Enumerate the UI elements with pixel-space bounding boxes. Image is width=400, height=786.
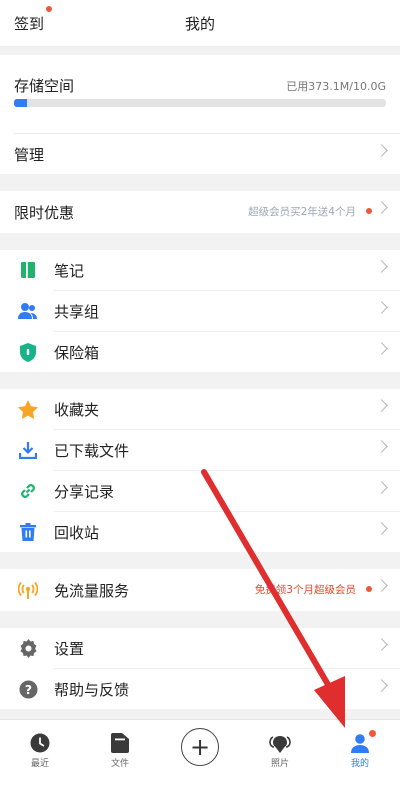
notes-label: 笔记 (54, 261, 85, 280)
chevron-right-icon (375, 638, 388, 651)
tab-files[interactable]: 文件 (80, 720, 160, 786)
shield-icon (18, 342, 38, 362)
trash-icon (18, 522, 38, 542)
plus-icon[interactable]: + (181, 728, 219, 766)
tab-recent-label: 最近 (30, 759, 49, 769)
share-history-row[interactable]: 分享记录 (0, 471, 400, 511)
settings-row[interactable]: 设置 (0, 628, 400, 668)
favorites-label: 收藏夹 (54, 400, 100, 419)
storage-progress-fill (14, 99, 28, 107)
share-history-label: 分享记录 (54, 482, 115, 501)
limited-offer-note: 超级会员买2年送4个月 (248, 206, 356, 218)
share-group-label: 共享组 (54, 302, 100, 321)
notes-row[interactable]: 笔记 (0, 250, 400, 290)
section-gap (0, 372, 400, 389)
help-feedback-label: 帮助与反馈 (54, 680, 130, 699)
downloads-label: 已下载文件 (54, 441, 130, 460)
chevron-right-icon (375, 579, 388, 592)
settings-label: 设置 (54, 639, 85, 658)
header: 签到 我的 (0, 0, 400, 47)
help-icon: ? (18, 679, 38, 699)
chevron-right-icon (375, 301, 388, 314)
storage-panel[interactable]: 存储空间 已用373.1M/10.0G (0, 55, 400, 133)
user-icon (349, 732, 371, 754)
star-icon (18, 399, 38, 419)
chevron-right-icon (375, 440, 388, 453)
photo-icon (269, 732, 291, 754)
section-gap (0, 611, 400, 628)
storage-progress-bar (14, 99, 386, 107)
group-icon (18, 301, 38, 321)
gear-icon (18, 638, 38, 658)
chevron-right-icon (375, 342, 388, 355)
chevron-right-icon (375, 260, 388, 273)
free-traffic-label: 免流量服务 (54, 581, 130, 600)
section-gap (0, 552, 400, 569)
free-traffic-note: 免费领3个月超级会员 (254, 584, 356, 596)
tab-mine-label: 我的 (350, 759, 369, 769)
safe-box-row[interactable]: 保险箱 (0, 332, 400, 372)
svg-text:?: ? (24, 682, 31, 696)
downloads-row[interactable]: 已下载文件 (0, 430, 400, 470)
download-icon (18, 440, 38, 460)
storage-title: 存储空间 (14, 77, 75, 95)
clock-icon (29, 732, 51, 754)
chevron-right-icon (375, 522, 388, 535)
signal-icon (18, 580, 38, 600)
tab-files-label: 文件 (110, 759, 129, 769)
recycle-bin-label: 回收站 (54, 523, 100, 542)
tab-add[interactable]: + (160, 720, 240, 786)
mine-badge-dot (369, 730, 376, 737)
chevron-right-icon (375, 679, 388, 692)
folder-icon (109, 732, 131, 754)
manage-row[interactable]: 管理 (0, 134, 400, 174)
note-icon (18, 260, 38, 280)
tab-recent[interactable]: 最近 (0, 720, 80, 786)
chevron-right-icon (375, 481, 388, 494)
recycle-bin-row[interactable]: 回收站 (0, 512, 400, 552)
help-feedback-row[interactable]: ? 帮助与反馈 (0, 669, 400, 709)
tab-photos-label: 照片 (270, 759, 289, 769)
share-group-row[interactable]: 共享组 (0, 291, 400, 331)
link-icon (18, 481, 38, 501)
safe-box-label: 保险箱 (54, 343, 100, 362)
section-gap (0, 47, 400, 55)
storage-used-text: 已用373.1M/10.0G (286, 80, 386, 93)
traffic-badge-dot (366, 586, 372, 592)
favorites-row[interactable]: 收藏夹 (0, 389, 400, 429)
checkin-badge-dot (46, 6, 52, 12)
bottom-tab-bar: 最近 文件 + 照片 我的 (0, 719, 400, 786)
page-title: 我的 (184, 15, 215, 33)
tab-mine[interactable]: 我的 (320, 720, 400, 786)
section-gap (0, 233, 400, 250)
chevron-right-icon (375, 399, 388, 412)
tab-photos[interactable]: 照片 (240, 720, 320, 786)
chevron-right-icon (375, 144, 388, 157)
limited-offer-row[interactable]: 限时优惠 超级会员买2年送4个月 (0, 191, 400, 233)
section-gap (0, 174, 400, 191)
limited-offer-label: 限时优惠 (14, 203, 75, 222)
manage-label: 管理 (14, 145, 45, 164)
chevron-right-icon (375, 201, 388, 214)
offer-badge-dot (366, 208, 372, 214)
free-traffic-row[interactable]: 免流量服务 免费领3个月超级会员 (0, 569, 400, 611)
